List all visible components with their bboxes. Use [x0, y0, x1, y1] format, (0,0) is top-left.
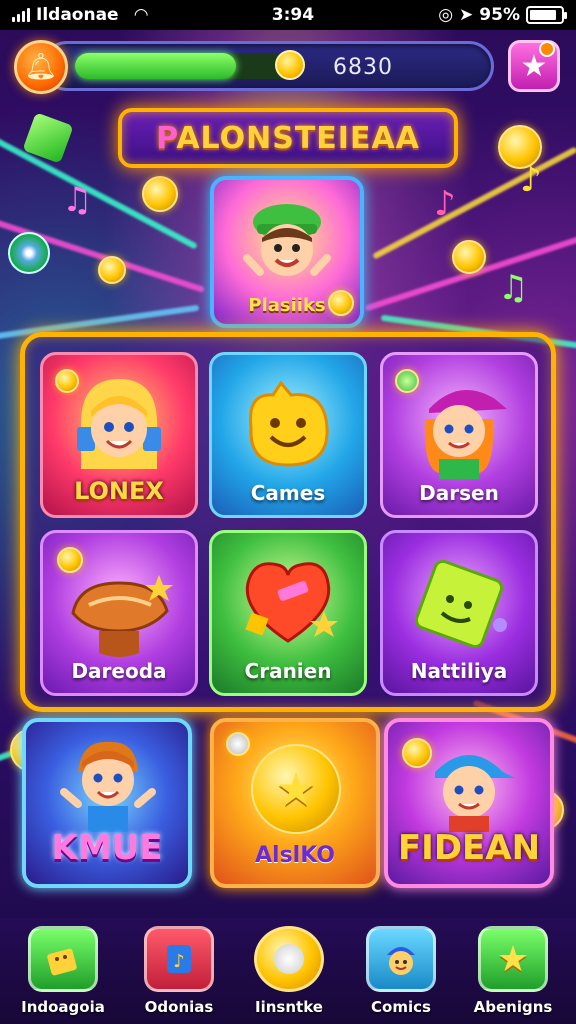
- character-icon: [366, 926, 436, 992]
- coin-icon: [254, 926, 324, 992]
- smiley-icon: [248, 380, 329, 467]
- music-note-icon: ♪: [434, 184, 456, 224]
- character-avatar-icon: [243, 204, 331, 276]
- music-icon: ♪: [144, 926, 214, 992]
- category-label: Nattiliya: [410, 659, 508, 683]
- nav-item-1[interactable]: Indoagoia: [8, 926, 118, 1022]
- gem-icon: [395, 369, 419, 393]
- category-tile-dareoda[interactable]: Dareoda: [40, 530, 198, 696]
- category-tile-nattiliya[interactable]: Nattiliya: [380, 530, 538, 696]
- level-progress: 6830: [42, 41, 494, 91]
- category-tile-lonex[interactable]: LONEX: [40, 352, 198, 518]
- battery-icon: [526, 6, 567, 24]
- bell-icon: 🔔︎: [24, 52, 58, 82]
- disc-icon: [8, 232, 50, 274]
- signal-icon: [12, 8, 30, 22]
- featured-tile-label: KMUE: [51, 828, 163, 868]
- coin-icon: [57, 547, 83, 573]
- featured-tile-kmue[interactable]: KMUE: [22, 718, 192, 888]
- coin-icon: [55, 369, 79, 393]
- notifications-button[interactable]: 🔔︎: [14, 40, 68, 94]
- nav-label: Indoagoia: [21, 998, 105, 1016]
- music-note-icon: ♫: [62, 180, 93, 220]
- music-note-icon: ♪: [520, 160, 542, 200]
- floating-coin: [142, 176, 178, 212]
- top-bar: 6830 🔔︎ ★: [10, 38, 566, 96]
- category-tile-darsen[interactable]: Darsen: [380, 352, 538, 518]
- featured-tile-label: FIDEAN: [397, 828, 541, 868]
- notification-badge: [539, 41, 555, 57]
- category-label: Darsen: [419, 481, 499, 505]
- coin-icon: [402, 738, 432, 768]
- featured-tile-fidean[interactable]: FIDEAN: [384, 718, 554, 888]
- coin-icon: [275, 50, 305, 80]
- category-label: Cranien: [244, 659, 332, 683]
- star-icon: ★: [478, 926, 548, 992]
- nav-item-5[interactable]: ★ Abenigns: [458, 926, 568, 1022]
- nav-item-4[interactable]: Comics: [346, 926, 456, 1022]
- bottom-navigation: Indoagoia ♪ Odonias Iinsntke Comics ★ Ab…: [0, 918, 576, 1024]
- progress-fill: [75, 53, 236, 79]
- nav-label: Odonias: [144, 998, 214, 1016]
- nav-item-3[interactable]: Iinsntke: [234, 926, 344, 1022]
- status-bar: Ildaonae ◠ 3:94 ◎ ➤ 95%: [0, 0, 576, 30]
- floating-coin: [98, 256, 126, 284]
- battery-percent: 95%: [479, 5, 520, 25]
- favorites-button[interactable]: ★: [508, 40, 560, 92]
- featured-tile-label: AlslKO: [255, 843, 335, 868]
- nav-label: Iinsntke: [255, 998, 323, 1016]
- svg-text:♪: ♪: [173, 951, 185, 972]
- wifi-icon: ◠: [134, 5, 148, 25]
- puzzle-icon: [28, 926, 98, 992]
- nav-label: Comics: [371, 998, 431, 1016]
- score-counter: 6830: [333, 55, 393, 80]
- featured-tile-alsiko[interactable]: ★ AlslKO: [210, 718, 380, 888]
- music-note-icon: ♫: [498, 268, 529, 308]
- carrier-name: Ildaonae: [36, 5, 119, 25]
- star-coin-icon: ★: [251, 744, 341, 834]
- nav-item-2[interactable]: ♪ Odonias: [124, 926, 234, 1022]
- category-tile-cames[interactable]: Cames: [209, 352, 367, 518]
- treasure-icon: [71, 575, 173, 657]
- pearl-icon: [226, 732, 250, 756]
- nav-label: Abenigns: [473, 998, 553, 1016]
- heart-icon: [245, 562, 338, 643]
- location-icon: ➤: [459, 5, 474, 25]
- floating-coin: [452, 240, 486, 274]
- category-label: Dareoda: [71, 659, 167, 683]
- alarm-icon: ◎: [438, 5, 454, 25]
- block-smiley-icon: [414, 559, 507, 649]
- character-avatar-icon: [60, 741, 156, 832]
- title-banner: PALONSTEIEAA: [118, 108, 458, 168]
- page-title: PALONSTEIEAA: [156, 120, 420, 156]
- coin-icon: [328, 290, 354, 316]
- category-tile-cranien[interactable]: Cranien: [209, 530, 367, 696]
- progress-track: [75, 53, 295, 79]
- featured-card[interactable]: Plasiiks: [210, 176, 364, 328]
- category-label: LONEX: [74, 477, 164, 505]
- clock: 3:94: [271, 5, 315, 25]
- category-label: Cames: [250, 481, 326, 505]
